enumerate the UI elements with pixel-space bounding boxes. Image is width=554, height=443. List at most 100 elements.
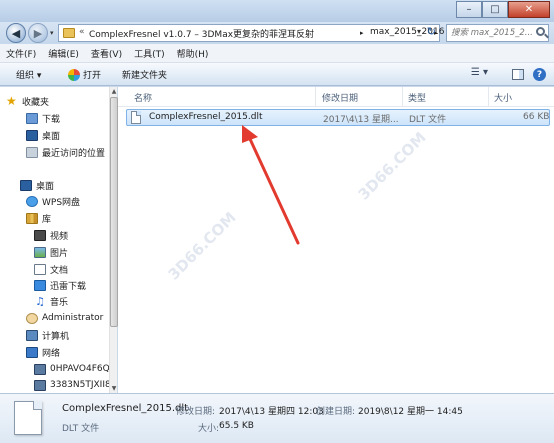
column-header-date-modified[interactable]: 修改日期 bbox=[322, 91, 358, 104]
file-icon bbox=[131, 111, 141, 124]
nav-item-xunlei-downloads[interactable]: 迅雷下载 bbox=[34, 277, 86, 293]
nav-item-favorites[interactable]: ★ 收藏夹 bbox=[6, 93, 49, 109]
open-button[interactable]: 打开 bbox=[68, 68, 101, 81]
xunlei-download-icon bbox=[34, 279, 46, 291]
nav-item-libraries[interactable]: 库 bbox=[26, 210, 51, 226]
menu-view[interactable]: 查看(V) bbox=[91, 47, 122, 60]
menu-edit[interactable]: 编辑(E) bbox=[48, 47, 79, 60]
search-icon[interactable] bbox=[536, 27, 545, 36]
nav-label: 桌面 bbox=[42, 131, 61, 142]
nav-item-network-computer[interactable]: 0HPAVO4F6Q bbox=[34, 361, 110, 377]
nav-item-videos[interactable]: 视频 bbox=[34, 227, 68, 243]
nav-label: 最近访问的位置 bbox=[42, 148, 106, 159]
forward-button[interactable]: ▶ bbox=[28, 23, 48, 43]
nav-item-network[interactable]: 网络 bbox=[26, 344, 60, 360]
minimize-button[interactable]: – bbox=[456, 1, 482, 18]
help-icon[interactable]: ? bbox=[533, 68, 546, 81]
details-created-label: 创建日期: bbox=[316, 407, 356, 417]
breadcrumb-separator[interactable]: ▸ bbox=[360, 29, 364, 37]
scroll-up-icon[interactable]: ▲ bbox=[110, 87, 118, 96]
new-folder-button[interactable]: 新建文件夹 bbox=[122, 68, 167, 81]
back-button[interactable]: ◀ bbox=[6, 23, 26, 43]
nav-item-administrator[interactable]: Administrator bbox=[26, 310, 103, 326]
details-created-value: 2019\8\12 星期一 14:45 bbox=[358, 407, 463, 417]
file-row[interactable]: ComplexFresnel_2015.dlt 2017\4\13 星期... … bbox=[126, 109, 550, 126]
menu-bar: 文件(F) 编辑(E) 查看(V) 工具(T) 帮助(H) bbox=[0, 44, 554, 63]
column-header-size[interactable]: 大小 bbox=[494, 91, 512, 104]
column-header-name[interactable]: 名称 bbox=[134, 91, 152, 104]
nav-item-desktop[interactable]: 桌面 bbox=[20, 177, 54, 193]
nav-item-computer[interactable]: 计算机 bbox=[26, 327, 69, 343]
picture-library-icon bbox=[34, 246, 46, 258]
desktop-icon bbox=[26, 129, 38, 141]
nav-label: WPS网盘 bbox=[42, 197, 81, 208]
nav-label: 迅雷下载 bbox=[50, 281, 87, 292]
star-icon: ★ bbox=[6, 94, 17, 108]
title-bar: – □ ✕ bbox=[0, 0, 554, 22]
file-date-modified: 2017\4\13 星期... bbox=[323, 115, 399, 125]
preview-pane-icon[interactable] bbox=[512, 69, 524, 80]
nav-item-pictures[interactable]: 图片 bbox=[34, 244, 68, 260]
menu-help[interactable]: 帮助(H) bbox=[177, 47, 209, 60]
column-divider[interactable] bbox=[488, 87, 489, 107]
libraries-icon bbox=[26, 212, 38, 224]
nav-label: 0HPAVO4F6Q bbox=[50, 364, 110, 374]
watermark: 3D66.COM bbox=[164, 208, 240, 284]
file-icon bbox=[14, 401, 42, 435]
recent-places-icon bbox=[26, 146, 38, 158]
navigation-scrollbar[interactable]: ▲ ▼ bbox=[109, 87, 118, 393]
address-bar[interactable]: « ComplexFresnel v1.0.7 – 3DMax更复杂的菲涅耳反射… bbox=[58, 24, 444, 42]
maximize-button[interactable]: □ bbox=[482, 1, 508, 18]
nav-label: 下载 bbox=[42, 114, 61, 125]
video-library-icon bbox=[34, 229, 46, 241]
nav-label: 桌面 bbox=[36, 181, 55, 192]
folder-icon bbox=[63, 28, 75, 38]
column-divider[interactable] bbox=[402, 87, 403, 107]
search-input[interactable] bbox=[447, 25, 533, 41]
nav-item-downloads[interactable]: 下载 bbox=[26, 110, 60, 126]
nav-label: 计算机 bbox=[42, 331, 70, 342]
close-button[interactable]: ✕ bbox=[508, 1, 550, 18]
computer-icon bbox=[26, 329, 38, 341]
breadcrumb-overflow-chevron[interactable]: « bbox=[79, 27, 85, 37]
nav-label: 3383N5TJXII8 bbox=[50, 380, 111, 390]
details-file-type: DLT 文件 bbox=[62, 424, 100, 434]
nav-label: 库 bbox=[42, 214, 52, 225]
column-header-type[interactable]: 类型 bbox=[408, 91, 426, 104]
recent-pages-dropdown[interactable]: ▾ bbox=[50, 29, 54, 37]
nav-item-wps-drive[interactable]: WPS网盘 bbox=[26, 193, 80, 209]
address-history-dropdown[interactable]: ▾ bbox=[417, 27, 421, 36]
file-list-pane: 名称 修改日期 类型 大小 ComplexFresnel_2015.dlt 20… bbox=[118, 87, 554, 393]
scroll-down-icon[interactable]: ▼ bbox=[110, 384, 118, 393]
network-computer-icon bbox=[34, 379, 46, 391]
refresh-icon[interactable]: ↻ bbox=[427, 25, 436, 38]
nav-label: Administrator bbox=[42, 313, 104, 323]
watermark: 3D66.COM bbox=[354, 128, 430, 204]
nav-item-recent-places[interactable]: 最近访问的位置 bbox=[26, 144, 105, 160]
details-modified-label: 修改日期: bbox=[176, 407, 216, 417]
nav-item-network-computer[interactable]: 3383N5TJXII8 bbox=[34, 377, 111, 393]
view-options-button[interactable]: ☰ ▾ bbox=[471, 67, 488, 78]
file-size: 66 KB bbox=[523, 112, 550, 122]
cloud-drive-icon bbox=[26, 195, 38, 207]
nav-item-documents[interactable]: 文档 bbox=[34, 261, 68, 277]
network-computer-icon bbox=[34, 363, 46, 375]
network-icon bbox=[26, 346, 38, 358]
search-box bbox=[446, 24, 549, 42]
nav-label: 网络 bbox=[42, 348, 61, 359]
navigation-pane: ★ 收藏夹 下载 桌面 最近访问的位置 桌面 WPS网盘 库 视频 图片 文档 迅… bbox=[0, 87, 117, 393]
nav-item-music[interactable]: ♫ 音乐 bbox=[34, 293, 68, 309]
user-folder-icon bbox=[26, 312, 38, 324]
breadcrumb-item[interactable]: ComplexFresnel v1.0.7 – 3DMax更复杂的菲涅耳反射 bbox=[89, 27, 314, 40]
menu-tools[interactable]: 工具(T) bbox=[134, 47, 165, 60]
column-divider[interactable] bbox=[315, 87, 316, 107]
open-with-icon bbox=[68, 69, 80, 81]
download-folder-icon bbox=[26, 112, 38, 124]
details-pane: ComplexFresnel_2015.dlt 修改日期: 2017\4\13 … bbox=[0, 393, 554, 443]
open-label: 打开 bbox=[83, 71, 102, 81]
scrollbar-thumb[interactable] bbox=[110, 97, 118, 327]
organize-button[interactable]: 组织 ▾ bbox=[16, 68, 41, 81]
menu-file[interactable]: 文件(F) bbox=[6, 47, 36, 60]
nav-item-desktop-favorite[interactable]: 桌面 bbox=[26, 127, 60, 143]
address-row: ◀ ▶ ▾ « ComplexFresnel v1.0.7 – 3DMax更复杂… bbox=[0, 22, 554, 44]
